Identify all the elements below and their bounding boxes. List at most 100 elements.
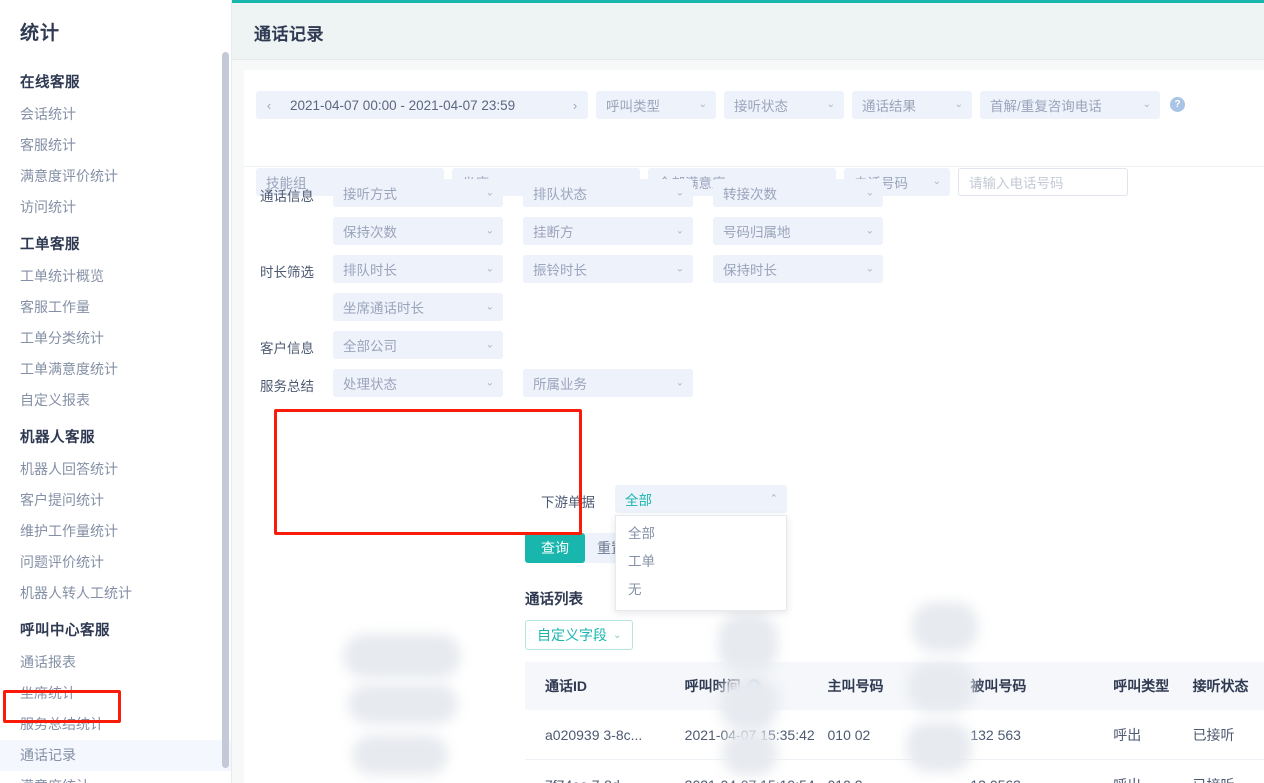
- cell-answer-status: 已接听: [1193, 775, 1264, 783]
- select-downstream-document[interactable]: 全部 ⌃: [615, 485, 787, 513]
- filter-group-label: 客户信息: [260, 337, 326, 357]
- chevron-down-icon: ⌄: [486, 226, 494, 237]
- column-header-callee[interactable]: 被叫号码: [970, 676, 1113, 696]
- filter-select-1-0[interactable]: 保持次数 ⌄: [333, 217, 503, 245]
- sidebar-item-2-0[interactable]: 机器人回答统计: [0, 454, 231, 485]
- filter-card: ‹ 2021-04-07 00:00 - 2021-04-07 23:59 › …: [244, 70, 1264, 783]
- column-header-answer-status[interactable]: 接听状态: [1193, 676, 1264, 696]
- sidebar-scrollbar[interactable]: [222, 52, 229, 768]
- sidebar-item-1-0[interactable]: 工单统计概览: [0, 261, 231, 292]
- filter-select-3-0[interactable]: 坐席通话时长⌄: [333, 293, 503, 321]
- help-icon[interactable]: ?: [1170, 97, 1185, 112]
- filter-select-1-2[interactable]: 号码归属地⌄: [713, 217, 883, 245]
- column-header-call-time[interactable]: 呼叫时间 ?: [685, 676, 828, 696]
- filter-select-2-1[interactable]: 振铃时长⌄: [523, 255, 693, 283]
- sidebar-item-3-0[interactable]: 通话报表: [0, 647, 231, 678]
- chevron-down-icon: ⌄: [486, 302, 494, 313]
- filter-group-label: 服务总结: [260, 375, 326, 395]
- cell-call-id: a020939 3-8c...: [525, 727, 685, 743]
- sidebar-item-0-1[interactable]: 客服统计: [0, 130, 231, 161]
- dropdown-option-2[interactable]: 无: [616, 576, 786, 604]
- sidebar-item-3-2[interactable]: 服务总结统计: [0, 709, 231, 740]
- sidebar-item-2-3[interactable]: 问题评价统计: [0, 547, 231, 578]
- filter-select-label: 保持次数: [343, 221, 397, 241]
- chevron-down-icon: ⌄: [486, 340, 494, 351]
- sidebar: 统计 在线客服会话统计客服统计满意度评价统计访问统计工单客服工单统计概览客服工作…: [0, 0, 232, 783]
- filter-select-label: 挂断方: [533, 221, 574, 241]
- sidebar-title: 统计: [0, 0, 231, 61]
- sidebar-group-title: 机器人客服: [0, 416, 231, 454]
- filter-select-0-0[interactable]: 接听方式⌄: [333, 179, 503, 207]
- chevron-down-icon: ⌄: [866, 188, 874, 199]
- table-body: a020939 3-8c...2021-04-07 15:35:42010 02…: [525, 710, 1264, 783]
- sidebar-item-1-2[interactable]: 工单分类统计: [0, 323, 231, 354]
- filter-select-label: 振铃时长: [533, 259, 587, 279]
- sidebar-item-1-4[interactable]: 自定义报表: [0, 385, 231, 416]
- downstream-label: 下游单据: [541, 491, 607, 511]
- table-row[interactable]: 7f74ea 7-8d...2021-04-07 15:19:54010 213…: [525, 760, 1264, 783]
- sidebar-item-2-4[interactable]: 机器人转人工统计: [0, 578, 231, 609]
- sidebar-item-0-3[interactable]: 访问统计: [0, 192, 231, 223]
- sidebar-item-2-2[interactable]: 维护工作量统计: [0, 516, 231, 547]
- filter-select-4-0[interactable]: 全部公司 ⌄: [333, 331, 503, 359]
- filter-select-label: 号码归属地: [723, 221, 791, 241]
- filter-select-label: 处理状态: [343, 373, 397, 393]
- sidebar-item-1-3[interactable]: 工单满意度统计: [0, 354, 231, 385]
- chevron-down-icon: ⌄: [676, 378, 684, 389]
- filter-select-5-0[interactable]: 处理状态⌄: [333, 369, 503, 397]
- column-header-call-type[interactable]: 呼叫类型: [1113, 676, 1192, 696]
- page-header: 通话记录: [232, 3, 1264, 60]
- chevron-down-icon: ⌄: [1143, 100, 1151, 110]
- filter-select-label: 保持时长: [723, 259, 777, 279]
- dropdown-option-1[interactable]: 工单: [616, 548, 786, 576]
- filter-select-2-0[interactable]: 排队时长⌄: [333, 255, 503, 283]
- filter-row-2: 技能组 ⌄ 坐席 ⌄ 全部满意度 ⌄ 电话号码 ⌄: [244, 112, 1264, 154]
- call-list-title: 通话列表: [525, 588, 583, 609]
- sidebar-item-3-3[interactable]: 通话记录: [0, 740, 231, 771]
- cell-callee-number: 13 0563: [970, 777, 1113, 783]
- sidebar-item-1-1[interactable]: 客服工作量: [0, 292, 231, 323]
- custom-field-button[interactable]: 自定义字段 ⌄: [525, 620, 633, 650]
- filter-select-0-2[interactable]: 转接次数 ⌄: [713, 179, 883, 207]
- sidebar-item-0-2[interactable]: 满意度评价统计: [0, 161, 231, 192]
- app-root: 统计 在线客服会话统计客服统计满意度评价统计访问统计工单客服工单统计概览客服工作…: [0, 0, 1264, 783]
- main-area: 通话记录 ‹ 2021-04-07 00:00 - 2021-04-07 23:…: [232, 0, 1264, 783]
- column-header-caller[interactable]: 主叫号码: [828, 676, 971, 696]
- table-row[interactable]: a020939 3-8c...2021-04-07 15:35:42010 02…: [525, 710, 1264, 760]
- filter-row-1: ‹ 2021-04-07 00:00 - 2021-04-07 23:59 › …: [244, 70, 1264, 112]
- sidebar-item-3-1[interactable]: 坐席统计: [0, 678, 231, 709]
- chevron-down-icon: ⌄: [613, 630, 621, 641]
- filter-group-label: 通话信息: [260, 185, 326, 205]
- filter-select-label: 排队状态: [533, 183, 587, 203]
- filter-select-label: 接听方式: [343, 183, 397, 203]
- cell-caller-number: 010 2: [828, 777, 971, 783]
- column-header-call-id[interactable]: 通话ID: [525, 676, 685, 696]
- sidebar-group-title: 在线客服: [0, 61, 231, 99]
- filter-select-label: 转接次数: [723, 183, 777, 203]
- sidebar-nav: 在线客服会话统计客服统计满意度评价统计访问统计工单客服工单统计概览客服工作量工单…: [0, 61, 231, 783]
- filter-select-1-1[interactable]: 挂断方 ⌄: [523, 217, 693, 245]
- chevron-down-icon: ⌄: [827, 100, 835, 110]
- filter-select-5-1[interactable]: 所属业务 ⌄: [523, 369, 693, 397]
- dropdown-option-0[interactable]: 全部: [616, 520, 786, 548]
- filter-select-label: 全部公司: [343, 335, 397, 355]
- date-range-value[interactable]: 2021-04-07 00:00 - 2021-04-07 23:59: [282, 98, 523, 113]
- cell-call-type: 呼出: [1113, 775, 1192, 783]
- sidebar-item-0-0[interactable]: 会话统计: [0, 99, 231, 130]
- sidebar-group-title: 工单客服: [0, 223, 231, 261]
- query-button[interactable]: 查询: [525, 533, 585, 563]
- downstream-dropdown-menu[interactable]: 全部工单无: [615, 515, 787, 611]
- cell-call-time: 2021-04-07 15:19:54: [685, 777, 828, 783]
- sidebar-item-2-1[interactable]: 客户提问统计: [0, 485, 231, 516]
- chevron-down-icon: ⌄: [676, 226, 684, 237]
- chevron-up-icon: ⌃: [770, 494, 778, 505]
- help-icon[interactable]: ?: [747, 679, 761, 693]
- filter-select-0-1[interactable]: 排队状态⌄: [523, 179, 693, 207]
- cell-caller-number: 010 02: [828, 727, 971, 743]
- filter-select-2-2[interactable]: 保持时长⌄: [713, 255, 883, 283]
- cell-call-type: 呼出: [1113, 725, 1192, 745]
- cell-call-time: 2021-04-07 15:35:42: [685, 727, 828, 743]
- filter-select-label: 所属业务: [533, 373, 587, 393]
- downstream-options: 全部工单无: [616, 520, 786, 604]
- sidebar-item-3-4[interactable]: 满意度统计: [0, 771, 231, 783]
